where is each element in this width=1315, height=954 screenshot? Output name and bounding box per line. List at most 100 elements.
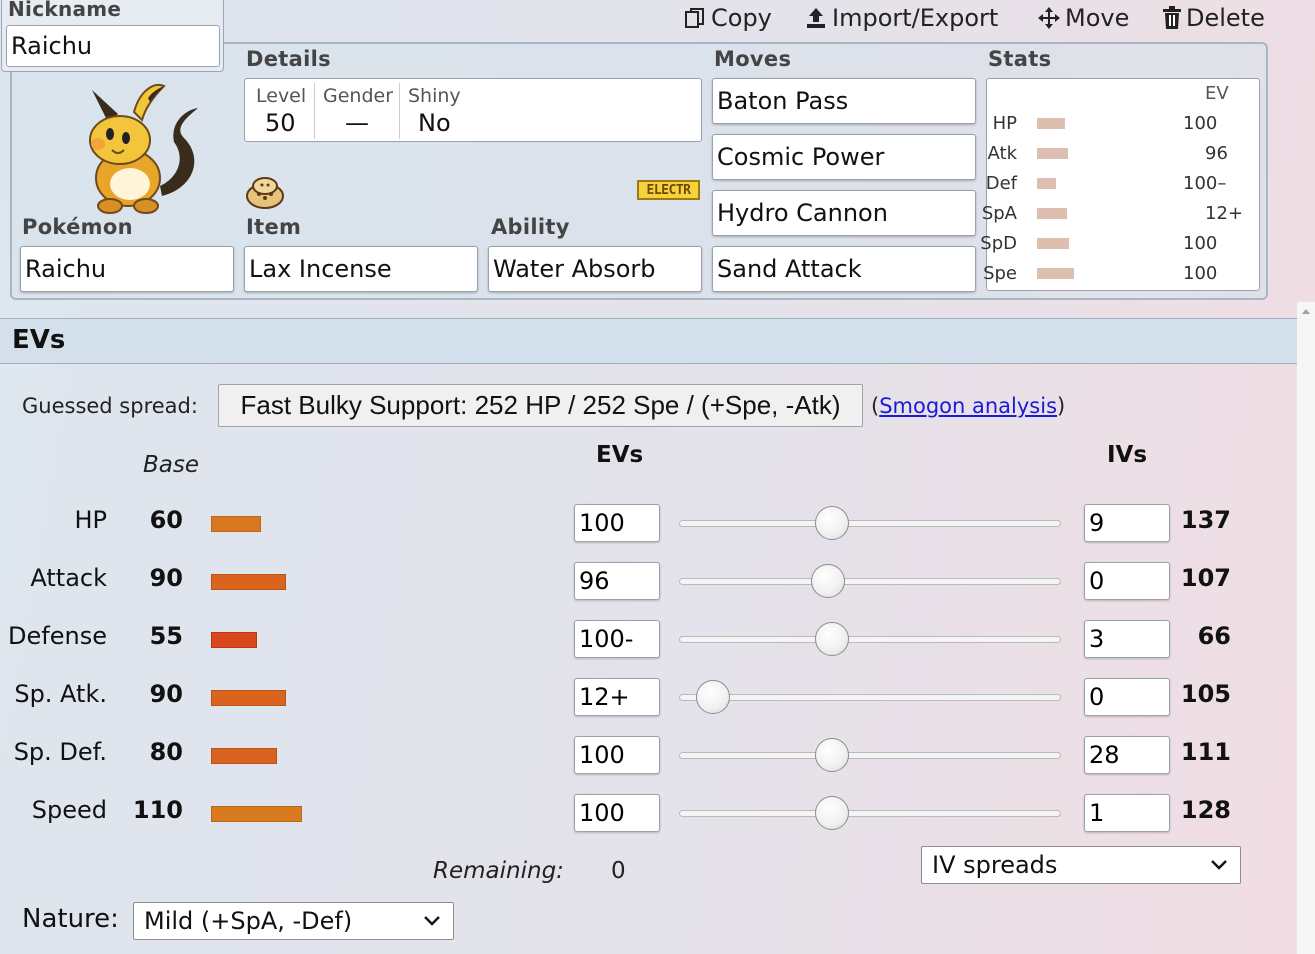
ev-input[interactable]: 100: [574, 794, 660, 832]
column-ivs-header: IVs: [1107, 442, 1148, 468]
move-button[interactable]: Move: [1037, 2, 1129, 34]
ev-slider-thumb[interactable]: [814, 796, 849, 830]
ev-slider-track[interactable]: [679, 578, 1061, 585]
lax-incense-icon: [245, 174, 285, 210]
base-stat: 55: [149, 622, 183, 650]
scrollbar[interactable]: [1297, 302, 1315, 954]
smogon-wrapper: (Smogon analysis): [871, 394, 1065, 418]
iv-input[interactable]: 28: [1084, 736, 1170, 774]
import-export-button[interactable]: Import/Export: [804, 2, 998, 34]
ability-input[interactable]: Water Absorb: [488, 246, 702, 292]
stat-total: 111: [1180, 738, 1231, 766]
nickname-box: Nickname Raichu: [1, 0, 224, 72]
ev-slider-track[interactable]: [679, 636, 1061, 643]
stat-bar: [1037, 208, 1067, 219]
ev-row: Sp. Def. 80 100 28 111: [0, 726, 1297, 784]
stats-heading: Stats: [988, 47, 1052, 71]
base-stat: 90: [149, 564, 183, 592]
ev-row: Attack 90 96 0 107: [0, 552, 1297, 610]
smogon-analysis-link[interactable]: Smogon analysis: [879, 394, 1057, 418]
stat-label: SpD: [980, 233, 1017, 254]
move-1-input[interactable]: Baton Pass: [712, 78, 976, 124]
stat-label: Atk: [987, 143, 1017, 164]
gender-value: —: [345, 109, 369, 137]
moves-heading: Moves: [714, 47, 792, 71]
gender-label: Gender: [323, 85, 394, 107]
ev-input[interactable]: 12+: [574, 678, 660, 716]
iv-input[interactable]: 3: [1084, 620, 1170, 658]
base-stat: 80: [149, 738, 183, 766]
scroll-up-icon[interactable]: [1297, 302, 1315, 320]
trash-icon: [1162, 6, 1182, 30]
stat-ev: 100–: [1183, 173, 1227, 194]
stat-name: HP: [74, 506, 107, 534]
move-icon: [1037, 6, 1061, 30]
nickname-label: Nickname: [8, 0, 122, 21]
level-column: Level 50: [245, 79, 313, 141]
ev-slider-thumb[interactable]: [814, 506, 849, 540]
delete-button[interactable]: Delete: [1162, 2, 1265, 34]
iv-input[interactable]: 0: [1084, 678, 1170, 716]
nickname-input[interactable]: Raichu: [6, 25, 220, 67]
shiny-value: No: [418, 109, 451, 137]
iv-spreads-select[interactable]: IV spreads: [921, 846, 1241, 884]
type-badge-electric: ELECTR: [637, 180, 700, 200]
column-base-header: Base: [143, 452, 200, 478]
details-box[interactable]: Level 50 Gender — Shiny No: [244, 78, 702, 142]
stat-ev: 100: [1183, 113, 1218, 134]
nature-label: Nature:: [22, 904, 119, 934]
stat-total: 137: [1180, 506, 1231, 534]
stat-total: 66: [1197, 622, 1231, 650]
ev-slider-thumb[interactable]: [810, 564, 845, 598]
stat-name: Attack: [30, 564, 107, 592]
copy-label: Copy: [711, 4, 772, 32]
ev-input[interactable]: 96: [574, 562, 660, 600]
ev-slider-thumb[interactable]: [814, 738, 849, 772]
pokemon-sprite[interactable]: [74, 78, 214, 218]
gender-column: Gender —: [315, 79, 399, 141]
ev-slider-track[interactable]: [679, 694, 1061, 701]
ev-slider-track[interactable]: [679, 520, 1061, 527]
stat-row-spd: SpD 100: [980, 229, 1259, 259]
stat-total: 128: [1180, 796, 1231, 824]
ev-row: Sp. Atk. 90 12+ 0 105: [0, 668, 1297, 726]
upload-icon: [804, 6, 828, 30]
item-input[interactable]: Lax Incense: [244, 246, 478, 292]
evs-header: EVs: [0, 318, 1297, 364]
move-2-input[interactable]: Cosmic Power: [712, 134, 976, 180]
shiny-label: Shiny: [408, 85, 461, 107]
ev-input[interactable]: 100: [574, 736, 660, 774]
ev-slider-thumb[interactable]: [696, 680, 731, 714]
iv-input[interactable]: 9: [1084, 504, 1170, 542]
remaining-label: Remaining:: [433, 858, 564, 884]
ev-row: Speed 110 100 1 128: [0, 784, 1297, 842]
stat-label: Def: [985, 173, 1017, 194]
pokemon-label: Pokémon: [22, 215, 133, 239]
stat-row-atk: Atk 96: [987, 139, 1259, 169]
ev-slider-thumb[interactable]: [814, 622, 849, 656]
ev-slider-track[interactable]: [679, 810, 1061, 817]
iv-input[interactable]: 1: [1084, 794, 1170, 832]
ev-row: HP 60 100 9 137: [0, 494, 1297, 552]
nature-select[interactable]: Mild (+SpA, -Def): [133, 902, 454, 940]
move-4-input[interactable]: Sand Attack: [712, 246, 976, 292]
pokemon-input[interactable]: Raichu: [20, 246, 234, 292]
nature-value: Mild (+SpA, -Def): [144, 907, 353, 935]
base-stat: 90: [149, 680, 183, 708]
base-stat-bar: [211, 516, 261, 532]
paren-open: (: [871, 394, 880, 418]
ev-slider-track[interactable]: [679, 752, 1061, 759]
move-3-input[interactable]: Hydro Cannon: [712, 190, 976, 236]
ev-row: Defense 55 100- 3 66: [0, 610, 1297, 668]
remaining-value: 0: [611, 858, 626, 884]
shiny-column: Shiny No: [400, 79, 520, 141]
iv-input[interactable]: 0: [1084, 562, 1170, 600]
ev-input[interactable]: 100: [574, 504, 660, 542]
stats-summary-button[interactable]: EV HP 100 Atk 96 Def 100– SpA 12+ SpD 10…: [980, 78, 1260, 291]
guessed-spread-button[interactable]: Fast Bulky Support: 252 HP / 252 Spe / (…: [218, 384, 863, 427]
copy-button[interactable]: Copy: [683, 2, 772, 34]
stat-bar: [1037, 238, 1069, 249]
stat-bar: [1037, 118, 1065, 129]
stat-row-spa: SpA 12+: [982, 199, 1259, 229]
ev-input[interactable]: 100-: [574, 620, 660, 658]
